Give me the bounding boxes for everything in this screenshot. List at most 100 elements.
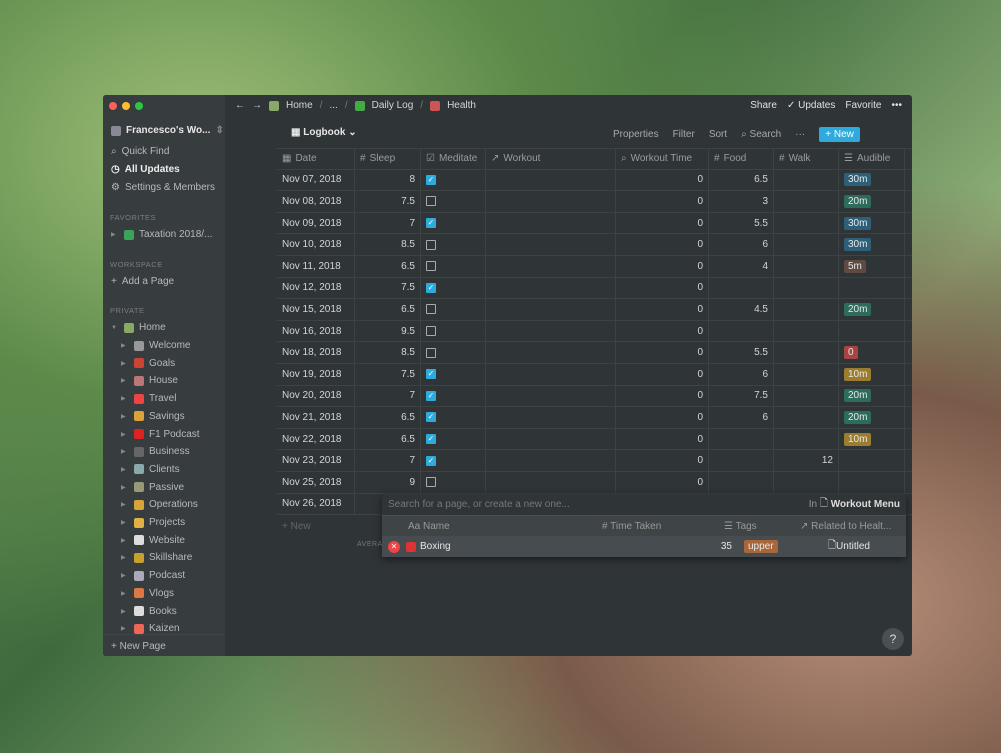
cell-food[interactable]: 5.5: [709, 342, 774, 363]
cell-workout[interactable]: [486, 255, 616, 277]
favorite-item[interactable]: ▶ Taxation 2018/...: [111, 229, 212, 240]
cell-date[interactable]: Nov 11, 2018: [277, 255, 355, 277]
cell-workout-time[interactable]: 0: [616, 385, 709, 407]
cell-workout[interactable]: [486, 363, 616, 385]
cell-sleep[interactable]: 7.5: [355, 191, 421, 212]
cell-sleep[interactable]: 6.5: [355, 428, 421, 450]
popup-search-input[interactable]: Search for a page, or create a new one..…: [388, 499, 809, 510]
cell-date[interactable]: Nov 10, 2018: [277, 234, 355, 255]
cell-date[interactable]: Nov 12, 2018: [277, 277, 355, 299]
view-selector[interactable]: ▦ Logbook ⌄: [291, 127, 357, 138]
cell-food[interactable]: 6: [709, 234, 774, 255]
cell-workout[interactable]: [486, 407, 616, 428]
cell-walk[interactable]: [774, 212, 839, 234]
cell-meditate[interactable]: [421, 299, 486, 320]
cell-sleep[interactable]: 6.5: [355, 255, 421, 277]
cell-workout[interactable]: [486, 342, 616, 363]
checkbox[interactable]: ✓: [426, 455, 436, 466]
item-related[interactable]: Untitled: [836, 541, 870, 552]
cell-audible[interactable]: 20m: [839, 407, 905, 428]
cell-walk[interactable]: [774, 169, 839, 191]
cell-walk[interactable]: [774, 428, 839, 450]
sidebar-item-books[interactable]: ▶ Books: [121, 606, 177, 617]
cell-audible[interactable]: 20m: [839, 385, 905, 407]
cell-walk[interactable]: [774, 342, 839, 363]
share-button[interactable]: Share: [750, 100, 777, 111]
sidebar-item-clients[interactable]: ▶ Clients: [121, 464, 180, 475]
cell-date[interactable]: Nov 20, 2018: [277, 385, 355, 407]
favorite-button[interactable]: Favorite: [845, 100, 881, 111]
column-header-audible[interactable]: ☰ Audible: [839, 149, 905, 169]
cell-walk[interactable]: [774, 363, 839, 385]
cell-workout-time[interactable]: 0: [616, 169, 709, 191]
cell-meditate[interactable]: ✓: [421, 277, 486, 299]
checkbox[interactable]: ✓: [426, 390, 436, 401]
updates-button[interactable]: ✓ Updates: [787, 100, 835, 111]
minimize-button[interactable]: [122, 102, 130, 110]
sidebar-item-savings[interactable]: ▶ Savings: [121, 411, 185, 422]
cell-sleep[interactable]: 8.5: [355, 234, 421, 255]
column-header-workout-time[interactable]: ⌕ Workout Time: [616, 149, 709, 169]
checkbox[interactable]: [426, 326, 436, 337]
cell-workout-time[interactable]: 0: [616, 234, 709, 255]
remove-icon[interactable]: ✕: [388, 540, 400, 553]
cell-walk[interactable]: [774, 407, 839, 428]
cell-audible[interactable]: [839, 320, 905, 342]
cell-audible[interactable]: 10m: [839, 428, 905, 450]
checkbox[interactable]: [426, 239, 436, 250]
cell-food[interactable]: 6: [709, 363, 774, 385]
checkbox[interactable]: [426, 477, 436, 488]
cell-audible[interactable]: 30m: [839, 169, 905, 191]
quick-find[interactable]: ⌕ Quick Find: [111, 146, 169, 157]
cell-sleep[interactable]: 9.5: [355, 320, 421, 342]
cell-workout[interactable]: [486, 450, 616, 471]
sidebar-item-travel[interactable]: ▶ Travel: [121, 393, 176, 404]
cell-meditate[interactable]: ✓: [421, 212, 486, 234]
cell-date[interactable]: Nov 23, 2018: [277, 450, 355, 471]
cell-workout[interactable]: [486, 299, 616, 320]
cell-workout[interactable]: [486, 234, 616, 255]
cell-date[interactable]: Nov 18, 2018: [277, 342, 355, 363]
cell-food[interactable]: [709, 428, 774, 450]
table-row[interactable]: Nov 19, 2018 7.5 ✓ 0 6 10m: [277, 363, 912, 386]
breadcrumb-health[interactable]: Health: [447, 100, 476, 111]
workspace-switcher[interactable]: Francesco's Wo... ⇕: [111, 125, 224, 136]
properties-button[interactable]: Properties: [613, 129, 659, 140]
breadcrumb-home[interactable]: Home: [286, 100, 313, 111]
table-row[interactable]: Nov 15, 2018 6.5 0 4.5 20m: [277, 299, 912, 321]
checkbox[interactable]: ✓: [426, 218, 436, 229]
column-header-food[interactable]: # Food: [709, 149, 774, 169]
cell-walk[interactable]: [774, 277, 839, 299]
cell-walk[interactable]: [774, 471, 839, 493]
table-row[interactable]: Nov 18, 2018 8.5 0 5.5 0: [277, 342, 912, 364]
cell-food[interactable]: [709, 450, 774, 471]
cell-workout-time[interactable]: 0: [616, 471, 709, 493]
back-icon[interactable]: ←: [235, 100, 245, 111]
sidebar-item-projects[interactable]: ▶ Projects: [121, 517, 185, 528]
cell-walk[interactable]: [774, 385, 839, 407]
cell-food[interactable]: 4: [709, 255, 774, 277]
checkbox[interactable]: ✓: [426, 282, 436, 293]
cell-food[interactable]: 5.5: [709, 212, 774, 234]
cell-workout[interactable]: [486, 428, 616, 450]
sidebar-item-kaizen[interactable]: ▶ Kaizen: [121, 623, 180, 634]
cell-audible[interactable]: 20m: [839, 299, 905, 320]
cell-meditate[interactable]: ✓: [421, 428, 486, 450]
cell-walk[interactable]: [774, 299, 839, 320]
breadcrumb-daily-log[interactable]: Daily Log: [372, 100, 414, 111]
cell-walk[interactable]: [774, 255, 839, 277]
cell-walk[interactable]: [774, 320, 839, 342]
cell-meditate[interactable]: ✓: [421, 450, 486, 471]
cell-audible[interactable]: 20m: [839, 191, 905, 212]
cell-date[interactable]: Nov 19, 2018: [277, 363, 355, 385]
cell-workout-time[interactable]: 0: [616, 363, 709, 385]
cell-workout-time[interactable]: 0: [616, 255, 709, 277]
all-updates[interactable]: ◷ All Updates: [111, 164, 180, 175]
cell-sleep[interactable]: 8.5: [355, 342, 421, 363]
cell-audible[interactable]: 30m: [839, 234, 905, 255]
cell-food[interactable]: 3: [709, 191, 774, 212]
table-row[interactable]: Nov 23, 2018 7 ✓ 0 12: [277, 450, 912, 472]
cell-workout-time[interactable]: 0: [616, 299, 709, 320]
help-button[interactable]: ?: [882, 628, 904, 650]
popup-item[interactable]: ✕ Boxing 35 upper 🗋 Untitled: [382, 536, 906, 557]
